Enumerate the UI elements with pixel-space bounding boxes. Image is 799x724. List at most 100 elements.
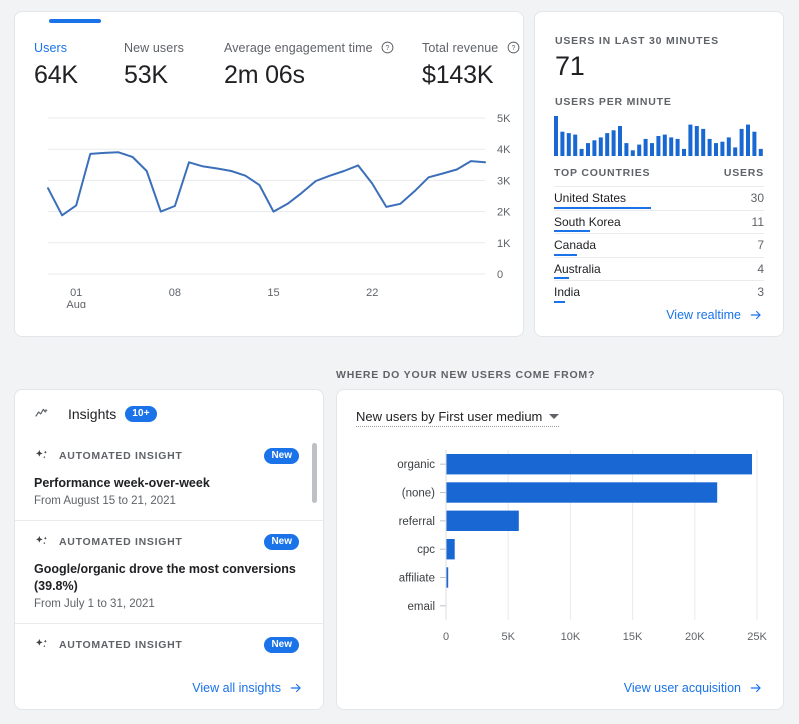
y-axis-tick: 5K [497,113,511,125]
view-realtime-label: View realtime [666,308,741,322]
x-axis-tick: 15 [267,287,279,299]
metric-average-engagement-time[interactable]: Average engagement time ? 2m 06s [205,39,403,90]
dimension-selector-label: New users by First user medium [356,409,543,424]
realtime-card: USERS IN LAST 30 MINUTES 71 USERS PER MI… [534,11,784,337]
sparkline-bar [758,148,763,156]
x-axis-tick: 08 [169,287,181,299]
y-axis-tick: 0 [497,269,503,281]
view-all-insights-label: View all insights [192,681,281,695]
country-bar [554,277,569,279]
sparkline-bar [643,138,648,156]
sparkline-bar [586,143,590,156]
view-realtime-link[interactable]: View realtime [666,308,764,322]
sparkline-bar [598,137,603,156]
metric-total-revenue[interactable]: Total revenue ? $143K [403,39,523,90]
new-badge: New [264,533,299,550]
view-all-insights-link[interactable]: View all insights [192,681,304,695]
category-label: (none) [402,488,435,500]
new-users-by-medium-chart[interactable]: 0 5K 10K 15K 20K 25K organic (none) referral cpc a… [337,442,783,657]
x-axis-tick: 0 [443,631,449,643]
arrow-right-icon [750,683,761,693]
new-badge: New [264,448,299,464]
table-row[interactable]: Australia 4 [554,256,764,281]
x-axis-tick: 10K [561,631,581,643]
insight-item[interactable]: AUTOMATED INSIGHT New Google/organic drove… [15,519,323,623]
dimension-selector[interactable]: New users by First user medium [356,409,560,427]
view-user-acquisition-link[interactable]: View user acquisition [624,681,764,695]
help-icon[interactable]: ? [381,41,394,54]
x-axis-tick: 01 [70,287,82,299]
sparkline-bar [720,141,725,156]
x-axis-tick: 5K [501,631,515,643]
sparkline-bar [618,126,622,156]
top-countries-table: TOP COUNTRIES USERS United States 30 South… [535,167,783,304]
users-over-time-chart[interactable]: 0 1K 2K 3K 4K 5K 01 Aug 08 15 22 [15,108,525,308]
view-user-acquisition-label: View user acquisition [623,681,741,695]
arrow-right-icon [290,683,301,693]
insights-list: AUTOMATED INSIGHT New Performance week-ove… [15,435,323,657]
sparkline-bar [682,148,686,156]
column-header-dimension: TOP COUNTRIES [554,167,651,179]
country-name: South Korea [554,214,621,229]
metric-label: Users [34,40,68,55]
sparkline-bar [566,133,571,156]
insight-item[interactable]: AUTOMATED INSIGHT New Performance week-ove… [15,435,323,520]
table-row[interactable]: United States 30 [554,186,764,210]
country-name: Australia [554,261,601,276]
sparkline-bar [624,143,629,156]
bar [446,539,455,560]
country-users: 11 [751,214,764,229]
category-label: affiliate [399,573,435,585]
sparkline-bar [675,138,680,156]
sparkle-icon [36,638,47,647]
country-users: 30 [750,191,764,206]
insight-date-range: From August 15 to 21, 2021 [34,494,176,507]
column-header-metric: USERS [723,167,764,179]
line-series [47,151,486,217]
insight-meta: AUTOMATED INSIGHT New [34,521,299,550]
table-row[interactable]: India 3 [554,280,764,304]
section-title: WHERE DO YOUR NEW USERS COME FROM? [336,369,596,381]
analytics-dashboard: Users 64K New users 53K Average engageme… [0,0,799,724]
country-name: India [554,285,581,300]
sparkline-bar [662,134,667,156]
sparkline-bar [739,128,744,156]
metric-value: 53K [124,61,168,89]
insight-kind: AUTOMATED INSIGHT [59,638,183,651]
table-row[interactable]: South Korea 11 [554,209,764,234]
insight-meta: AUTOMATED INSIGHT New [34,624,299,657]
y-axis-tick: 2K [497,207,511,219]
table-row[interactable]: Canada 7 [554,233,764,257]
help-icon[interactable]: ? [507,41,520,54]
insight-item[interactable]: AUTOMATED INSIGHT New [15,622,323,657]
metrics-row: Users 64K New users 53K Average engageme… [15,12,523,90]
sparkline-bar [605,133,610,156]
sparkline-bar [579,148,584,156]
table-header-row: TOP COUNTRIES USERS [554,167,764,186]
insights-scrollbar[interactable] [312,443,317,503]
sparkle-icon [36,450,47,459]
metric-value: 2m 06s [224,61,305,89]
x-axis-tick: 22 [366,287,378,299]
metric-label: Average engagement time [224,40,373,55]
metric-new-users[interactable]: New users 53K [105,39,205,90]
active-tab-indicator[interactable] [49,19,101,23]
y-axis-tick: 1K [497,238,511,250]
sparkline-bar [746,124,750,156]
user-acquisition-card: New users by First user medium 0 5K 10K 15K… [336,389,784,710]
svg-text:?: ? [386,45,390,52]
x-axis-tick: 20K [685,631,705,643]
sparkline-bar [669,137,674,156]
metric-label: New users [124,40,184,55]
sparkline-bar [714,143,718,156]
sparkline-bar [694,126,699,156]
sparkline-bar [688,124,693,156]
sparkline-bar [701,128,706,156]
insights-header: Insights 10+ [15,390,323,422]
x-axis-tick: 25K [747,631,767,643]
metric-users[interactable]: Users 64K [15,39,105,90]
sparkline-bar [611,130,616,156]
realtime-users-label: USERS IN LAST 30 MINUTES [555,35,719,47]
metric-value: 64K [34,61,78,89]
sparkline-bar [733,147,738,156]
